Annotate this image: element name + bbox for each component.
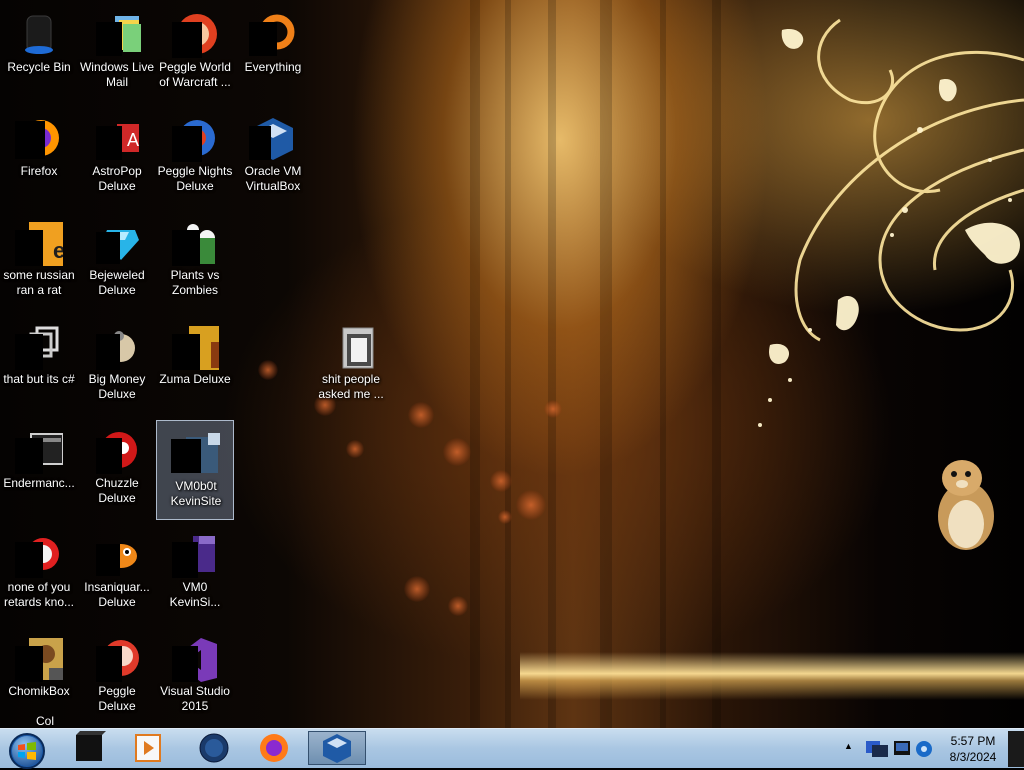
desktop-icon-virtualbox[interactable]: Oracle VM VirtualBox [234,106,312,206]
icon-label: AstroPop Deluxe [92,164,142,193]
tray-expand-icon[interactable]: ▲ [844,741,853,751]
desktop-icon-some-russian[interactable]: e some russian ran a rat [0,210,78,310]
desktop-icon-chomikbox[interactable]: ChomikBox [0,626,78,726]
system-tray: ▲ [840,729,940,769]
hamster-desktop-pet[interactable] [934,454,998,554]
desktop-icon-firefox[interactable]: Firefox [0,106,78,206]
icon-label: ChomikBox [8,684,70,698]
desktop-icon-zuma[interactable]: Zuma Deluxe [156,314,234,414]
icon-label: Windows Live Mail [79,60,155,89]
desktop-icon-visual-studio[interactable]: Visual Studio 2015 [156,626,234,726]
glow-band [520,652,1024,700]
icon-label: Insaniquar... Deluxe [84,580,150,609]
desktop-icon-chuzzle[interactable]: Chuzzle Deluxe [78,418,156,518]
icon-label: Peggle Nights Deluxe [157,164,233,193]
icon-label: Everything [244,60,302,74]
taskbar: ▲ 5:57 PM 8/3/2024 [0,728,1024,769]
icon-label: Big Money Deluxe [88,372,146,401]
clock-time: 5:57 PM [950,734,996,748]
volume-icon[interactable] [914,739,934,759]
virtualbox-icon [323,734,351,763]
desktop[interactable]: Recycle Bin Firefox e some russian ran a… [0,0,1024,728]
network-icon[interactable] [864,737,890,761]
taskbar-pinned-app-2[interactable] [120,731,172,765]
start-button[interactable] [3,731,55,769]
show-desktop-button[interactable] [1008,731,1024,767]
desktop-icon-bejeweled[interactable]: Bejeweled Deluxe [78,210,156,310]
desktop-icon-everything[interactable]: Everything [234,2,312,102]
partial-label: Col [36,714,55,728]
desktop-icon-endermanch[interactable]: Endermanc... [0,418,78,518]
icon-label: shit people asked me ... [318,372,384,401]
taskbar-pinned-app-5[interactable] [308,731,366,765]
folder-icon [342,327,374,369]
icon-label: Peggle World of Warcraft ... [159,60,231,89]
desktop-icon-peggle-nights[interactable]: Peggle Nights Deluxe [156,106,234,206]
icon-label: Bejeweled Deluxe [89,268,145,297]
desktop-icon-windows-live-mail[interactable]: Windows Live Mail [78,2,156,102]
desktop-icon-plants-vs-zombies[interactable]: Plants vs Zombies [156,210,234,310]
icon-label: some russian ran a rat [3,268,75,297]
icon-label: none of you retards kno... [3,580,75,609]
desktop-icon-recycle-bin[interactable]: Recycle Bin [0,2,78,102]
black-box-app-icon [76,731,106,761]
svg-text:e: e [53,238,63,263]
recycle-bin-icon [25,15,53,54]
desktop-icon-big-money[interactable]: Big Money Deluxe [78,314,156,414]
svg-text:A: A [127,130,139,150]
desktop-icon-astropop[interactable]: A AstroPop Deluxe [78,106,156,206]
desktop-icon-peggle-deluxe[interactable]: Peggle Deluxe [78,626,156,726]
icon-label: that but its c# [3,372,75,386]
globe-app-icon [199,733,229,763]
desktop-icon-that-but-its-c[interactable]: that but its c# [0,314,78,414]
icon-label: VM0 KevinSi... [169,580,221,609]
display-icon[interactable] [892,737,912,761]
icon-label: Visual Studio 2015 [160,684,230,713]
desktop-icon-vm0b0t-kevinsite[interactable]: VM0b0t KevinSite [156,420,234,520]
taskbar-pinned-app-1[interactable] [62,731,114,765]
icon-label: Zuma Deluxe [159,372,231,386]
desktop-icon-peggle-wow[interactable]: Peggle World of Warcraft ... [156,2,234,102]
media-player-icon [135,734,161,762]
icon-label: Oracle VM VirtualBox [244,164,302,193]
clock-date: 8/3/2024 [949,750,997,764]
firefox-icon [260,734,288,762]
icon-label: Chuzzle Deluxe [95,476,139,505]
icon-label: VM0b0t KevinSite [170,479,222,508]
desktop-icon-none-of-you[interactable]: none of you retards kno... [0,522,78,622]
desktop-icon-shit-people-asked[interactable]: shit people asked me ... [312,314,390,414]
taskbar-pinned-app-3[interactable] [186,731,238,765]
taskbar-pinned-app-4[interactable] [246,731,298,765]
icon-label: Recycle Bin [7,60,71,74]
icon-label: Plants vs Zombies [170,268,220,297]
icon-label: Endermanc... [3,476,75,490]
icon-label: Firefox [20,164,58,178]
icon-label: Peggle Deluxe [98,684,136,713]
desktop-icon-vm0-kevinsite[interactable]: VM0 KevinSi... [156,522,234,622]
clock[interactable]: 5:57 PM 8/3/2024 [940,729,1006,769]
desktop-icon-insaniquarium[interactable]: Insaniquar... Deluxe [78,522,156,622]
